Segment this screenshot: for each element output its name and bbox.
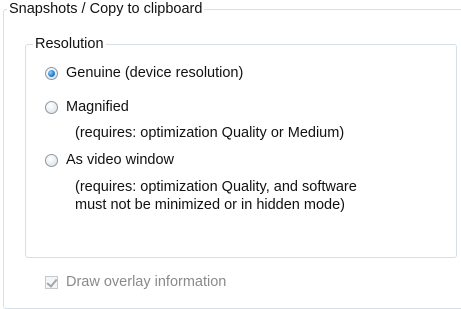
radio-selected-dot: [48, 69, 55, 77]
magnified-option[interactable]: Magnified: [45, 99, 129, 115]
checkmark-icon: [46, 275, 58, 288]
draw-overlay-checkbox: [45, 275, 58, 289]
video-window-option-label[interactable]: As video window: [66, 152, 174, 168]
genuine-option-label[interactable]: Genuine (device resolution): [66, 65, 243, 81]
video-window-radio-button[interactable]: [45, 153, 58, 167]
magnified-radio-button[interactable]: [45, 100, 58, 114]
video-window-option[interactable]: As video window: [45, 152, 174, 168]
video-window-requirement-note-line1: (requires: optimization Quality, and sof…: [75, 179, 357, 195]
genuine-radio-button[interactable]: [45, 66, 58, 80]
magnified-requirement-note: (requires: optimization Quality or Mediu…: [75, 125, 345, 141]
draw-overlay-option: Draw overlay information: [45, 274, 226, 290]
genuine-resolution-option[interactable]: Genuine (device resolution): [45, 65, 243, 81]
magnified-option-label[interactable]: Magnified: [66, 99, 129, 115]
snapshots-group-title: Snapshots / Copy to clipboard: [7, 1, 205, 17]
draw-overlay-label: Draw overlay information: [66, 274, 227, 290]
resolution-group-title: Resolution: [33, 36, 106, 52]
video-window-requirement-note-line2: must not be minimized or in hidden mode): [75, 197, 345, 213]
